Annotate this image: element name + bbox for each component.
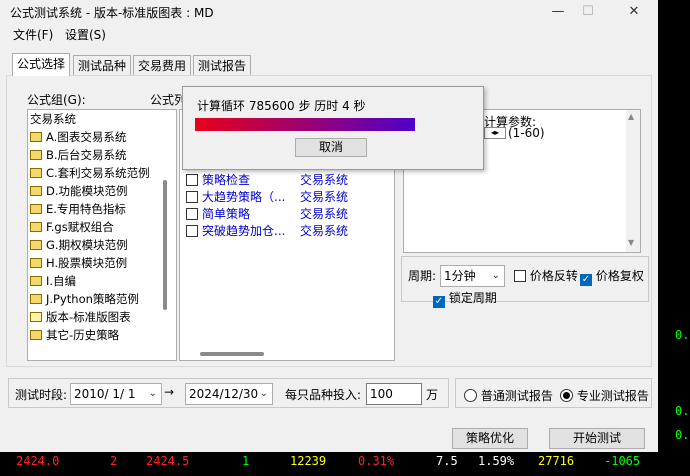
ticker-cell: 0.31% [358,454,395,468]
scroll-down-icon[interactable]: ▼ [628,238,634,247]
window-title: 公式测试系统 - 版本-标准版图表 : MD [10,6,214,20]
ticker-cell: 7.5 [436,454,458,468]
folder-icon [30,240,42,250]
formula-doc-icon [186,225,198,237]
formula-doc-icon [186,174,198,186]
checkbox-checked-icon: ✓ [580,274,592,286]
price-reverse-checkbox[interactable]: 价格反转 [514,267,578,284]
list-item[interactable]: 简单策略 交易系统 [186,206,391,223]
param-spinner[interactable]: ◂▸ [484,127,506,139]
tree-item-root[interactable]: 交易系统 [28,110,176,128]
params-scrollbar[interactable]: ▲ ▼ [626,110,640,252]
main-window: 公式测试系统 - 版本-标准版图表 : MD — ☐ ✕ 文件(F) 设置(S)… [0,0,658,452]
right-edge-value: 0. [675,404,690,418]
right-edge-value: 0. [675,328,690,342]
ticker-cell: 2424.5 [146,454,190,468]
tree-item[interactable]: 其它-历史策略 [28,326,176,344]
ticker-cell: 2424.0 [16,454,60,468]
report-type-group: 普通测试报告 专业测试报告 [455,378,652,408]
formula-list-label: 公式列 [150,93,187,107]
folder-icon [30,294,42,304]
normal-report-radio[interactable]: 普通测试报告 [464,387,553,404]
tree-item[interactable]: G.期权模块范例 [28,236,176,254]
tree-scrollbar[interactable] [163,180,167,310]
ticker-cell: 1.59% [478,454,515,468]
tree-item[interactable]: H.股票模块范例 [28,254,176,272]
chevron-down-icon: ⌄ [259,388,268,399]
title-bar: 公式测试系统 - 版本-标准版图表 : MD — ☐ ✕ [0,0,658,24]
scroll-up-icon[interactable]: ▲ [628,112,634,121]
folder-icon [30,276,42,286]
test-period-group: 测试时段: 2010/ 1/ 1 ⌄ → 2024/12/30 ⌄ 每只品种投入: … [8,378,449,408]
period-select[interactable]: 1分钟 ⌄ [440,265,505,287]
folder-icon [30,204,42,214]
folder-icon [30,186,42,196]
folder-icon [30,168,42,178]
invest-label: 每只品种投入: [285,388,362,402]
close-icon[interactable]: ✕ [614,0,654,24]
ticker-row: 2424.0 2 2424.5 1 12239 0.31% 7.5 1.59% … [0,452,690,476]
ticker-cell: 12239 [290,454,327,468]
optimize-button[interactable]: 策略优化 [452,428,528,449]
tab-trading-fee[interactable]: 交易费用 [133,55,192,75]
lock-period-checkbox[interactable]: ✓ 锁定周期 [433,289,497,308]
list-item[interactable]: 大趋势策略（... 交易系统 [186,189,391,206]
tree-item[interactable]: B.后台交易系统 [28,146,176,164]
right-edge-value: 0. [675,428,690,442]
ticker-cell: 1 [242,454,250,468]
price-restore-checkbox[interactable]: ✓ 价格复权 [580,267,644,286]
tree-item[interactable]: F.gs赋权组合 [28,218,176,236]
tree-item[interactable]: J.Python策略范例 [28,290,176,308]
list-scrollbar[interactable] [200,352,264,356]
ticker-cell: -1065 [604,454,641,468]
date-arrow: → [164,385,175,399]
folder-icon [30,150,42,160]
chevron-down-icon: ⌄ [148,388,157,399]
cancel-button[interactable]: 取消 [295,138,367,157]
invest-input[interactable]: 100 [366,383,422,405]
formula-group-tree[interactable]: 交易系统 A.图表交易系统 B.后台交易系统 C.套利交易系统范例 D.功能模块… [27,109,177,361]
period-group: 周期: 1分钟 ⌄ 价格反转 ✓ 价格复权 ✓ 锁定周期 [401,256,649,308]
formula-doc-icon [186,208,198,220]
tab-test-instrument[interactable]: 测试品种 [73,55,132,75]
test-period-label: 测试时段: [15,388,68,402]
tree-item-selected[interactable]: 版本-标准版图表 [28,308,176,326]
folder-icon [30,222,42,232]
tree-item[interactable]: E.专用特色指标 [28,200,176,218]
formula-group-label: 公式组(G): [27,93,86,107]
progress-bar [195,118,415,131]
menu-file[interactable]: 文件(F) [13,26,53,43]
pro-report-radio[interactable]: 专业测试报告 [560,387,649,404]
ticker-cell: 27716 [538,454,575,468]
tree-item[interactable]: D.功能模块范例 [28,182,176,200]
open-folder-icon [30,312,42,322]
folder-icon [30,132,42,142]
tab-formula-select[interactable]: 公式选择 [12,53,71,76]
maximize-icon[interactable]: ☐ [568,0,608,24]
end-date-picker[interactable]: 2024/12/30 ⌄ [185,383,273,405]
checkbox-checked-icon: ✓ [433,296,445,308]
progress-dialog: 计算循环 785600 步 历时 4 秒 取消 [182,86,484,170]
tab-test-report[interactable]: 测试报告 [193,55,252,75]
invest-unit: 万 [426,388,439,402]
progress-text: 计算循环 785600 步 历时 4 秒 [197,99,366,113]
tree-item[interactable]: C.套利交易系统范例 [28,164,176,182]
formula-doc-icon [186,191,198,203]
chevron-down-icon: ⌄ [491,270,500,281]
menu-settings[interactable]: 设置(S) [65,26,106,43]
params-range: (1-60) [508,126,545,140]
period-label: 周期: [408,269,437,283]
list-item[interactable]: 突破趋势加仓... 交易系统 [186,223,391,240]
start-date-picker[interactable]: 2010/ 1/ 1 ⌄ [70,383,162,405]
start-test-button[interactable]: 开始测试 [549,428,645,449]
radio-icon [464,389,477,402]
checkbox-icon [514,270,526,282]
tree-item[interactable]: A.图表交易系统 [28,128,176,146]
ticker-cell: 2 [110,454,118,468]
tree-item[interactable]: I.自编 [28,272,176,290]
folder-icon [30,258,42,268]
radio-selected-icon [560,389,573,402]
list-item[interactable]: 策略检查 交易系统 [186,172,391,189]
folder-icon [30,330,42,340]
